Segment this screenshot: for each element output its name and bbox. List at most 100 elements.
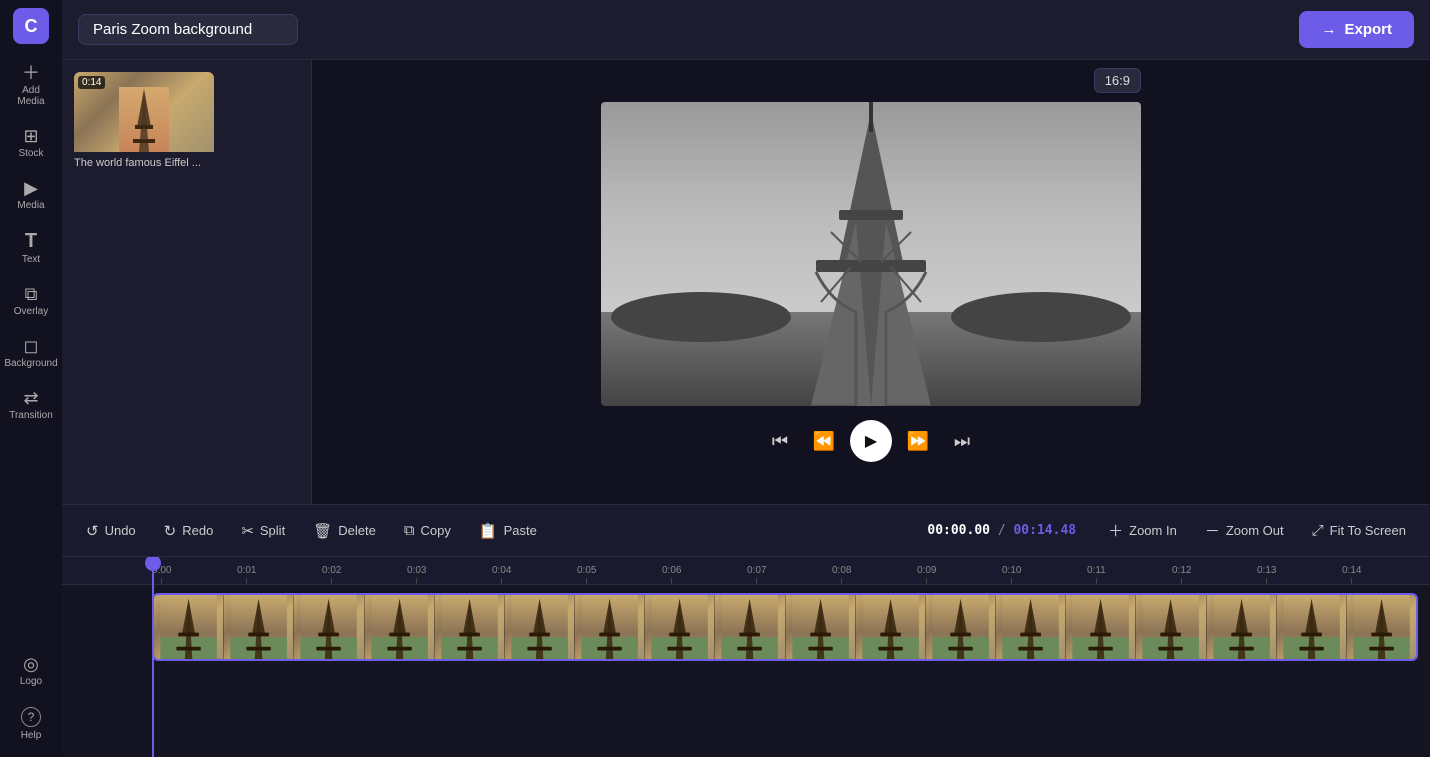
ruler-label-14: 0:14	[1342, 565, 1361, 576]
stock-icon: ⊞	[23, 127, 38, 145]
ruler-label-4: 0:04	[492, 565, 511, 576]
ruler-label-5: 0:05	[577, 565, 596, 576]
ruler-label-1: 0:01	[237, 565, 256, 576]
film-frame	[294, 595, 364, 659]
current-time: 00:00.00	[927, 523, 990, 538]
film-frame	[1066, 595, 1136, 659]
sidebar-item-label: Stock	[18, 148, 43, 159]
fast-forward-button[interactable]: ⏩	[900, 423, 936, 459]
aspect-ratio-badge: 16:9	[1094, 68, 1141, 93]
video-track	[62, 593, 1430, 665]
undo-button[interactable]: ↺ Undo	[74, 515, 148, 547]
ruler-label-12: 0:12	[1172, 565, 1191, 576]
sidebar-item-label: Text	[22, 254, 40, 265]
film-frame	[1347, 595, 1416, 659]
sidebar-item-help[interactable]: ? Help	[4, 699, 58, 749]
export-button[interactable]: → Export	[1299, 11, 1414, 48]
fit-icon: ⤢	[1312, 522, 1324, 539]
rewind-button[interactable]: ⏪	[806, 423, 842, 459]
ruler-label-6: 0:06	[662, 565, 681, 576]
sidebar-item-add-media[interactable]: ＋ Add Media	[4, 56, 58, 115]
ruler-tick-11	[1096, 578, 1097, 584]
paste-icon: 📋	[479, 522, 498, 540]
sidebar-item-stock[interactable]: ⊞ Stock	[4, 119, 58, 167]
text-icon: T	[25, 231, 37, 251]
split-button[interactable]: ✂ Split	[229, 515, 297, 547]
skip-to-end-button[interactable]: ⏭	[944, 423, 980, 459]
ruler-label-13: 0:13	[1257, 565, 1276, 576]
ruler-label-8: 0:08	[832, 565, 851, 576]
ruler-tick-3	[416, 578, 417, 584]
content-area: 0:14 The world famous Eiffel ... 16:9	[62, 60, 1430, 504]
eiffel-tower-mini-svg	[119, 87, 169, 152]
ruler-tick-6	[671, 578, 672, 584]
app-logo[interactable]: C	[13, 8, 49, 44]
paste-button[interactable]: 📋 Paste	[467, 515, 549, 547]
copy-button[interactable]: ⧉ Copy	[392, 515, 463, 546]
zoom-out-button[interactable]: － Zoom Out	[1193, 513, 1296, 548]
sidebar-item-label: Transition	[9, 410, 53, 421]
thumb-duration: 0:14	[78, 76, 105, 89]
playhead[interactable]	[152, 557, 154, 757]
film-frame	[1207, 595, 1277, 659]
time-display: 00:00.00 / 00:14.48	[911, 523, 1092, 538]
sidebar-item-text[interactable]: T Text	[4, 223, 58, 273]
sidebar-item-label: Background	[4, 358, 57, 369]
sidebar: C ＋ Add Media ⊞ Stock ▶ Media T Text ⧉ O…	[0, 0, 62, 757]
logo-icon: ◎	[23, 655, 39, 673]
redo-icon: ↻	[164, 522, 177, 540]
sidebar-item-label: Logo	[20, 676, 42, 687]
copy-icon: ⧉	[404, 522, 415, 539]
film-frame	[996, 595, 1066, 659]
sidebar-item-label: Help	[21, 730, 42, 741]
sidebar-item-overlay[interactable]: ⧉ Overlay	[4, 277, 58, 325]
ruler-tick-1	[246, 578, 247, 584]
media-panel: 0:14 The world famous Eiffel ...	[62, 60, 312, 504]
sidebar-item-label: Overlay	[14, 306, 48, 317]
timeline[interactable]: 0:000:010:020:030:040:050:060:070:080:09…	[62, 557, 1430, 757]
ruler-label-3: 0:03	[407, 565, 426, 576]
film-frame	[435, 595, 505, 659]
film-frame	[365, 595, 435, 659]
delete-button[interactable]: 🗑 Delete	[301, 515, 388, 547]
media-thumbnail[interactable]: 0:14 The world famous Eiffel ...	[74, 72, 214, 170]
skip-to-start-button[interactable]: ⏮	[762, 423, 798, 459]
playback-controls: ⏮ ⏪ ▶ ⏩ ⏭	[762, 420, 980, 462]
sidebar-item-label: Add Media	[8, 85, 54, 107]
ruler-label-2: 0:02	[322, 565, 341, 576]
zoom-in-button[interactable]: ＋ Zoom In	[1096, 513, 1189, 548]
redo-button[interactable]: ↻ Redo	[152, 515, 226, 547]
project-title-input[interactable]	[78, 14, 298, 45]
ruler-label-7: 0:07	[747, 565, 766, 576]
thumbnail-image: 0:14	[74, 72, 214, 152]
fit-to-screen-button[interactable]: ⤢ Fit To Screen	[1300, 515, 1418, 546]
sidebar-item-transition[interactable]: ⇄ Transition	[4, 381, 58, 429]
sidebar-item-media[interactable]: ▶ Media	[4, 171, 58, 219]
ruler-tick-7	[756, 578, 757, 584]
ruler-tick-0	[161, 578, 162, 584]
total-time: 00:14.48	[1013, 523, 1076, 538]
thumb-label: The world famous Eiffel ...	[74, 156, 214, 170]
ruler-tick-13	[1266, 578, 1267, 584]
media-icon: ▶	[24, 179, 38, 197]
zoom-out-icon: －	[1205, 520, 1220, 541]
help-icon: ?	[21, 707, 41, 727]
preview-area: 16:9	[312, 60, 1430, 504]
film-frame	[926, 595, 996, 659]
topbar: → Export	[62, 0, 1430, 60]
sidebar-item-label: Media	[17, 200, 44, 211]
film-frame	[575, 595, 645, 659]
preview-video	[601, 102, 1141, 406]
sidebar-item-background[interactable]: ◻ Background	[4, 329, 58, 377]
film-frame	[715, 595, 785, 659]
sidebar-item-logo[interactable]: ◎ Logo	[4, 647, 58, 695]
zoom-in-icon: ＋	[1108, 520, 1123, 541]
transition-icon: ⇄	[23, 389, 38, 407]
bottom-area: ↺ Undo ↻ Redo ✂ Split 🗑 Delete ⧉ Copy 📋	[62, 504, 1430, 757]
ruler-tick-12	[1181, 578, 1182, 584]
play-pause-button[interactable]: ▶	[850, 420, 892, 462]
preview-eiffel-svg	[601, 102, 1141, 406]
film-frame	[505, 595, 575, 659]
timeline-tracks	[62, 585, 1430, 757]
track-clip[interactable]	[152, 593, 1418, 661]
